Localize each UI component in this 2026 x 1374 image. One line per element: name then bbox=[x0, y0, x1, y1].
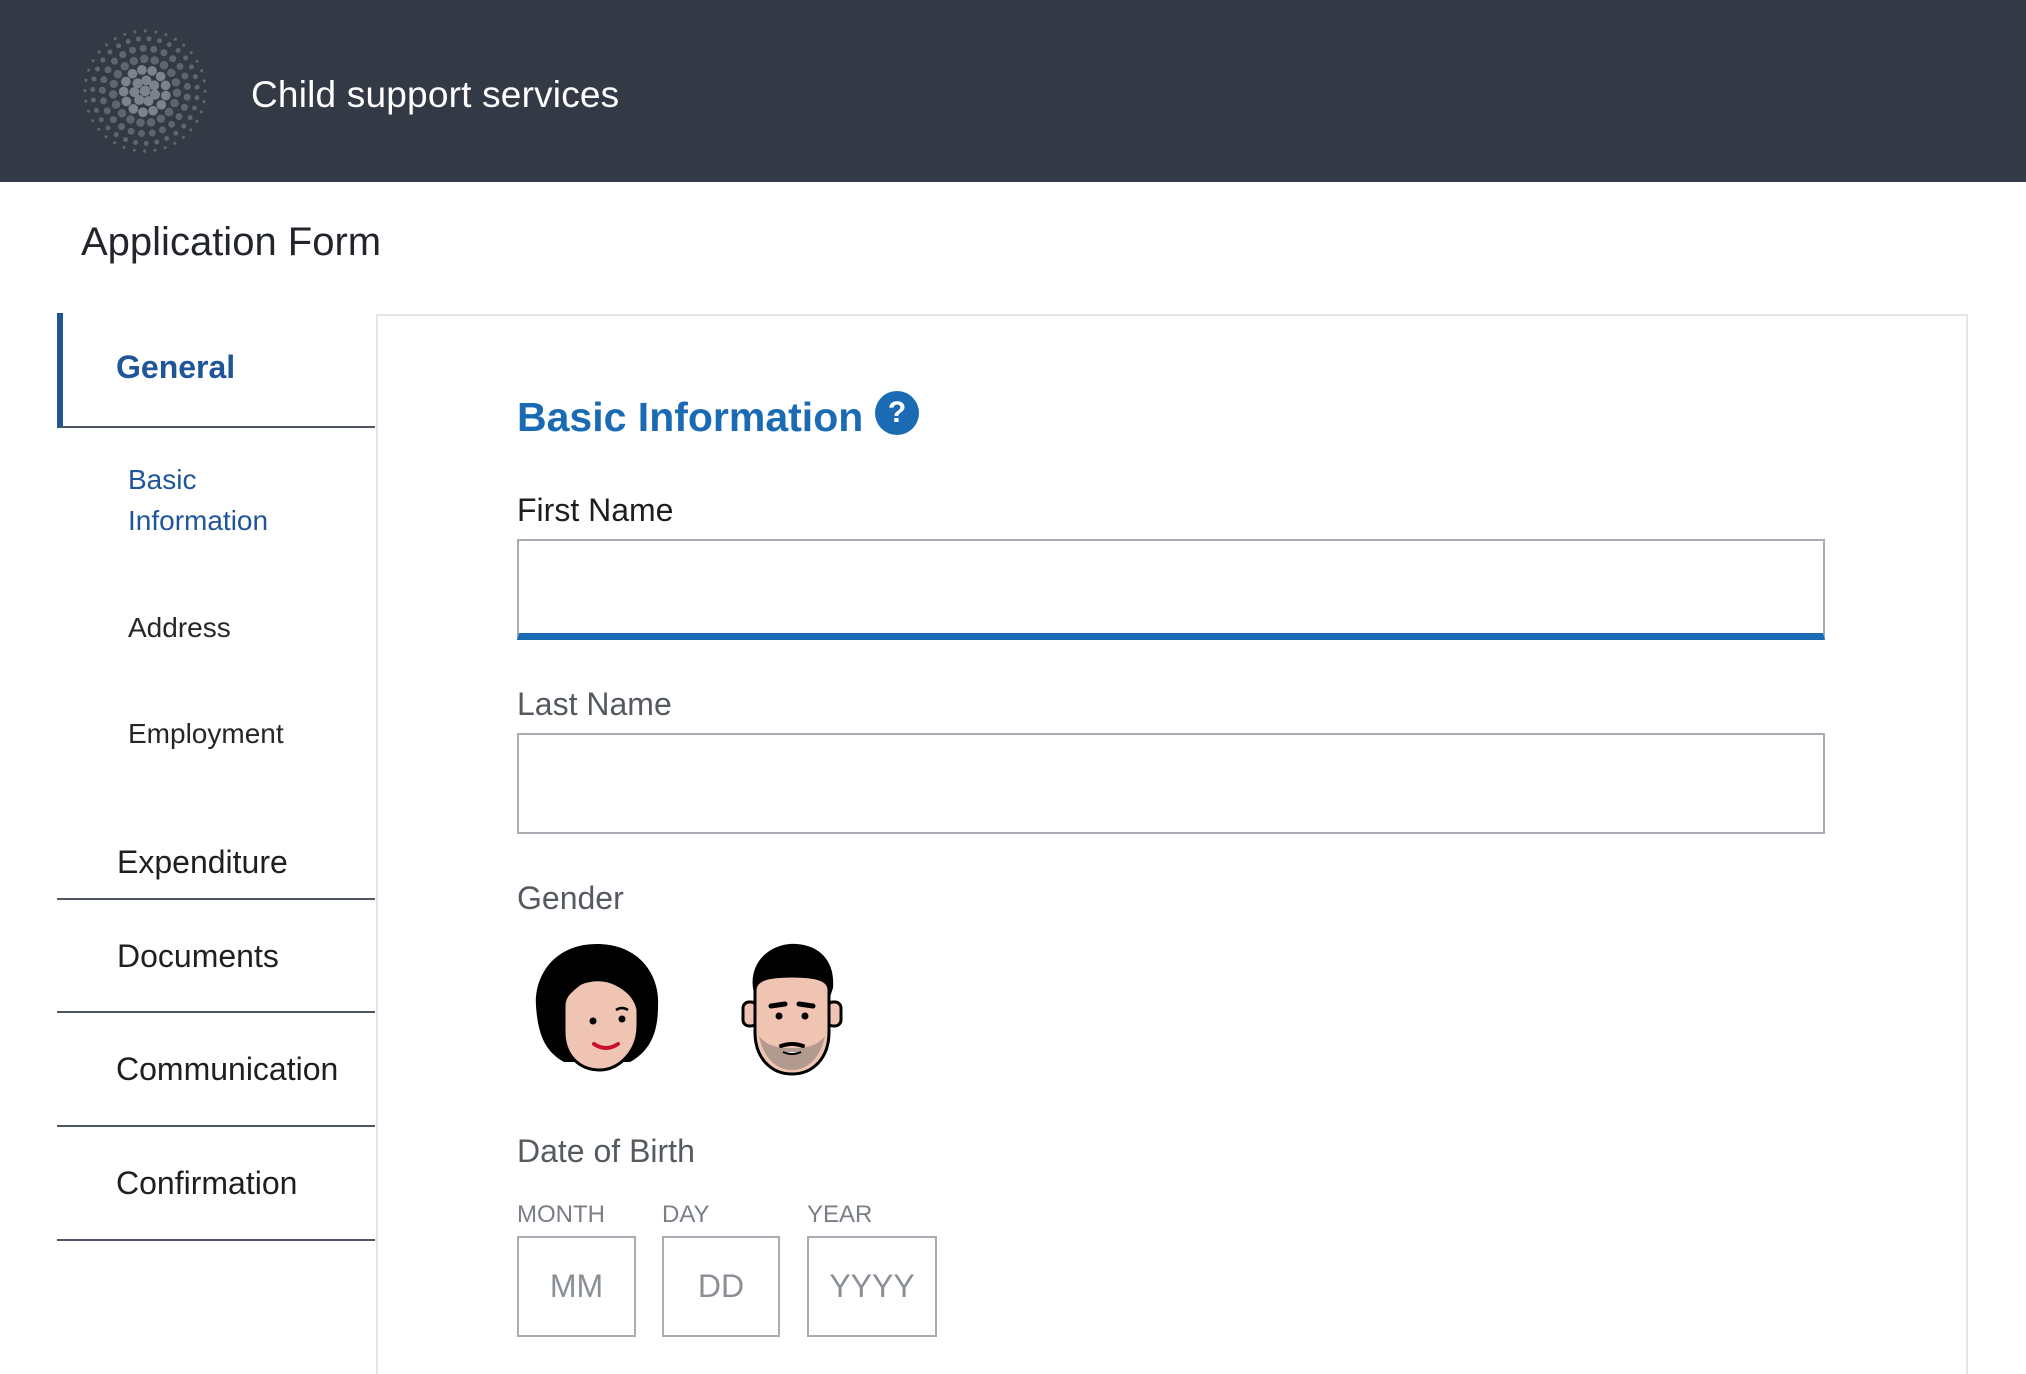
nav-item-label-line2: Information bbox=[128, 505, 269, 536]
nav-section-documents[interactable]: Documents bbox=[57, 900, 375, 1013]
nav-section-communication[interactable]: Communication bbox=[57, 1013, 375, 1127]
year-input[interactable] bbox=[807, 1236, 937, 1337]
last-name-input[interactable] bbox=[517, 733, 1825, 834]
top-header: Child support services bbox=[0, 0, 2026, 182]
first-name-label: First Name bbox=[517, 492, 674, 528]
year-label: YEAR bbox=[807, 1201, 873, 1228]
male-avatar-icon[interactable] bbox=[737, 940, 847, 1080]
last-name-label: Last Name bbox=[517, 686, 672, 722]
first-name-input[interactable] bbox=[517, 539, 1825, 640]
section-title: Basic Information bbox=[517, 394, 864, 440]
page-title: Application Form bbox=[81, 220, 382, 264]
nav-section-label: Expenditure bbox=[117, 844, 288, 880]
nav-section-label: Communication bbox=[116, 1051, 339, 1087]
dotted-circle-logo-icon bbox=[83, 29, 207, 153]
question-mark-icon[interactable]: ? bbox=[875, 391, 919, 435]
nav-section-expenditure[interactable]: Expenditure bbox=[57, 768, 375, 900]
nav-item-address[interactable]: Address bbox=[128, 607, 231, 648]
nav-item-basic-information[interactable]: Basic Information bbox=[128, 459, 268, 541]
month-label: MONTH bbox=[517, 1201, 605, 1228]
nav-section-label: Documents bbox=[117, 938, 279, 974]
nav-section-confirmation[interactable]: Confirmation bbox=[57, 1127, 375, 1241]
date-of-birth-label: Date of Birth bbox=[517, 1133, 695, 1169]
form-panel bbox=[376, 314, 1968, 1374]
day-input[interactable] bbox=[662, 1236, 780, 1337]
app-title: Child support services bbox=[251, 74, 620, 115]
month-input[interactable] bbox=[517, 1236, 636, 1337]
nav-section-general[interactable]: General bbox=[57, 313, 375, 428]
nav-section-label: General bbox=[116, 349, 236, 385]
female-avatar-icon[interactable] bbox=[530, 940, 665, 1075]
day-label: DAY bbox=[662, 1201, 710, 1228]
nav-section-label: Confirmation bbox=[116, 1165, 298, 1201]
gender-label: Gender bbox=[517, 880, 624, 916]
nav-item-employment[interactable]: Employment bbox=[128, 713, 284, 754]
nav-item-label-line1: Basic bbox=[128, 464, 197, 495]
